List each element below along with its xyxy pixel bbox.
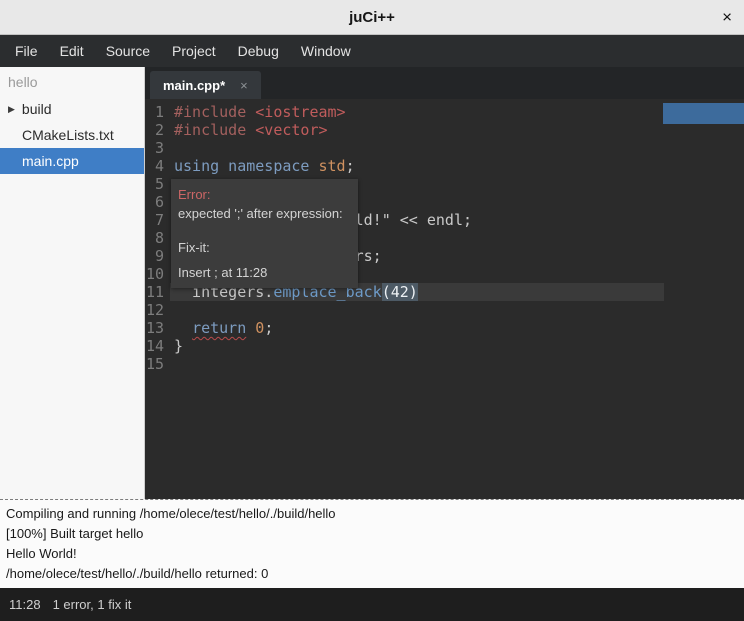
line-number: 12 <box>145 301 170 319</box>
code-token <box>246 319 255 337</box>
terminal-line: Compiling and running /home/olece/test/h… <box>6 504 738 524</box>
sidebar-item-main-cpp[interactable]: main.cpp <box>0 148 144 174</box>
line-number: 2 <box>145 121 170 139</box>
code-line-15[interactable]: 15 <box>145 355 744 373</box>
code-token: using namespace <box>174 157 309 175</box>
menu-item-file[interactable]: File <box>4 35 49 67</box>
code-token <box>309 157 318 175</box>
line-number: 7 <box>145 211 170 229</box>
code-token: <vector> <box>255 121 327 139</box>
code-text: return 0; <box>170 319 744 337</box>
sidebar: hello ▶ build CMakeLists.txt main.cpp <box>0 67 145 499</box>
code-text: #include <vector> <box>170 121 744 139</box>
line-number: 1 <box>145 103 170 121</box>
tooltip-fixit-label: Fix-it: <box>178 238 351 257</box>
code-token: ; <box>346 157 355 175</box>
menu-item-window[interactable]: Window <box>290 35 362 67</box>
code-line-3[interactable]: 3 <box>145 139 744 157</box>
tooltip-error-label: Error: <box>178 185 351 204</box>
code-text: #include <iostream> <box>170 103 744 121</box>
tooltip-fixit-message: Insert ; at 11:28 <box>178 263 351 282</box>
main-area: hello ▶ build CMakeLists.txt main.cpp main.… <box>0 67 744 499</box>
terminal-panel[interactable]: Compiling and running /home/olece/test/h… <box>0 499 744 588</box>
line-number: 3 <box>145 139 170 157</box>
code-token: 0 <box>255 319 264 337</box>
code-line-2[interactable]: 2#include <vector> <box>145 121 744 139</box>
tab-main-cpp[interactable]: main.cpp* × <box>150 71 261 99</box>
code-text: using namespace std; <box>170 157 744 175</box>
code-text <box>170 355 744 373</box>
expander-arrow-icon[interactable]: ▶ <box>8 104 15 115</box>
code-line-14[interactable]: 14} <box>145 337 744 355</box>
file-tree: ▶ build CMakeLists.txt main.cpp <box>0 96 144 174</box>
line-number: 9 <box>145 247 170 265</box>
tree-item-label: build <box>22 101 52 117</box>
code-token: (42) <box>382 283 418 301</box>
sidebar-item-cmakelists-txt[interactable]: CMakeLists.txt <box>0 122 144 148</box>
statusbar: 11:28 1 error, 1 fix it <box>0 588 744 621</box>
code-line-4[interactable]: 4using namespace std; <box>145 157 744 175</box>
code-token: return <box>192 319 246 337</box>
line-number: 14 <box>145 337 170 355</box>
code-token: #include <box>174 103 255 121</box>
line-number: 13 <box>145 319 170 337</box>
menu-item-debug[interactable]: Debug <box>227 35 290 67</box>
code-text <box>170 301 744 319</box>
window-close-icon[interactable]: × <box>722 9 732 26</box>
window-title: juCi++ <box>349 9 395 26</box>
project-root-label[interactable]: hello <box>0 70 144 96</box>
code-line-12[interactable]: 12 <box>145 301 744 319</box>
code-text <box>170 139 744 157</box>
menu-item-source[interactable]: Source <box>95 35 161 67</box>
tooltip-error-message: expected ';' after expression: <box>178 204 351 223</box>
scrollbar-thumb[interactable] <box>663 103 744 124</box>
terminal-line: Hello World! <box>6 544 738 564</box>
editor-view[interactable]: 1#include <iostream>2#include <vector>34… <box>145 99 744 499</box>
code-token <box>174 319 192 337</box>
tab-label: main.cpp* <box>163 78 225 93</box>
sidebar-item-build[interactable]: ▶ build <box>0 96 144 122</box>
tree-item-label: main.cpp <box>22 153 79 169</box>
code-token: std <box>319 157 346 175</box>
tabbar: main.cpp* × <box>145 67 744 99</box>
menu-item-project[interactable]: Project <box>161 35 227 67</box>
terminal-line: [100%] Built target hello <box>6 524 738 544</box>
menu-item-edit[interactable]: Edit <box>49 35 95 67</box>
code-text: } <box>170 337 744 355</box>
line-number: 5 <box>145 175 170 193</box>
terminal-line: /home/olece/test/hello/./build/hello ret… <box>6 564 738 584</box>
code-token: #include <box>174 121 255 139</box>
code-token: } <box>174 337 183 355</box>
code-token: <iostream> <box>255 103 345 121</box>
code-token: ; <box>264 319 273 337</box>
line-number: 11 <box>145 283 170 301</box>
tab-close-icon[interactable]: × <box>240 78 248 93</box>
diagnostic-tooltip: Error: expected ';' after expression: Fi… <box>171 179 358 288</box>
terminal-output: Compiling and running /home/olece/test/h… <box>6 504 738 584</box>
cursor-position: 11:28 <box>9 597 41 612</box>
editor-column: main.cpp* × 1#include <iostream>2#includ… <box>145 67 744 499</box>
code-line-1[interactable]: 1#include <iostream> <box>145 103 744 121</box>
line-number: 8 <box>145 229 170 247</box>
titlebar: juCi++ × <box>0 0 744 35</box>
line-number: 4 <box>145 157 170 175</box>
menubar: FileEditSourceProjectDebugWindow <box>0 35 744 67</box>
tree-item-label: CMakeLists.txt <box>22 127 114 143</box>
line-number: 6 <box>145 193 170 211</box>
line-number: 10 <box>145 265 170 283</box>
diagnostics-summary: 1 error, 1 fix it <box>53 597 132 612</box>
code-line-13[interactable]: 13 return 0; <box>145 319 744 337</box>
line-number: 15 <box>145 355 170 373</box>
app-window: juCi++ × FileEditSourceProjectDebugWindo… <box>0 0 744 621</box>
